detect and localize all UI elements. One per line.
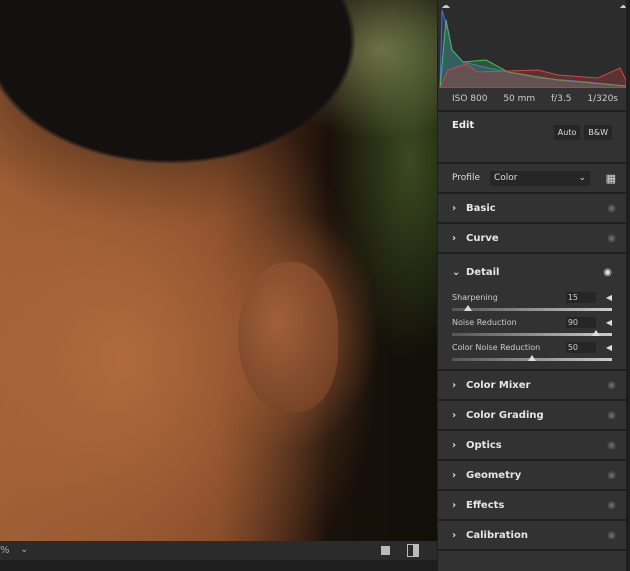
section-detail-header[interactable]: ⌄ Detail ◉ bbox=[452, 258, 612, 286]
eye-icon[interactable]: ◉ bbox=[607, 470, 616, 481]
slider-label: Sharpening bbox=[452, 293, 498, 302]
focal-length: 50 mm bbox=[503, 94, 536, 104]
bw-button[interactable]: B&W bbox=[584, 125, 612, 140]
eye-icon[interactable]: ◉ bbox=[607, 203, 616, 214]
profile-select[interactable]: Color ⌄ bbox=[489, 170, 590, 186]
slider-track[interactable] bbox=[452, 305, 612, 311]
section-effects[interactable]: › Effects ◉ bbox=[438, 491, 626, 519]
single-view-icon[interactable] bbox=[381, 546, 390, 555]
auto-button[interactable]: Auto bbox=[553, 125, 581, 140]
aperture: f/3.5 bbox=[551, 94, 572, 104]
profile-value: Color bbox=[493, 172, 518, 183]
chevron-right-icon: › bbox=[452, 202, 457, 214]
histogram bbox=[438, 0, 627, 89]
highlight-clipping-icon bbox=[620, 5, 626, 8]
eye-icon[interactable]: ◉ bbox=[607, 530, 616, 541]
chevron-right-icon: › bbox=[452, 529, 457, 541]
eye-icon[interactable]: ◉ bbox=[607, 233, 616, 244]
noise-reduction-slider: Noise Reduction 90 ◀ bbox=[452, 317, 612, 336]
histogram-chart bbox=[439, 5, 627, 89]
slider-label: Noise Reduction bbox=[452, 318, 517, 327]
chevron-right-icon: › bbox=[452, 469, 457, 481]
zoom-level[interactable]: % bbox=[0, 545, 10, 556]
reset-arrow-icon[interactable]: ◀ bbox=[606, 293, 612, 302]
slider-label: Color Noise Reduction bbox=[452, 343, 541, 352]
section-color-grading[interactable]: › Color Grading ◉ bbox=[438, 401, 626, 429]
iso: ISO 800 bbox=[452, 94, 488, 104]
chevron-right-icon: › bbox=[452, 409, 457, 421]
profile-browser-icon[interactable]: ▦ bbox=[606, 172, 616, 185]
profile-label: Profile bbox=[452, 173, 480, 183]
zoom-chevron-icon[interactable]: ⌄ bbox=[20, 544, 28, 555]
slider-track[interactable] bbox=[452, 355, 612, 361]
before-after-icon[interactable] bbox=[407, 544, 419, 557]
reset-arrow-icon[interactable]: ◀ bbox=[606, 318, 612, 327]
eye-icon[interactable]: ◉ bbox=[607, 380, 616, 391]
chevron-down-icon: ⌄ bbox=[452, 266, 461, 278]
photo-hair-region bbox=[0, 0, 437, 260]
eye-icon[interactable]: ◉ bbox=[607, 410, 616, 421]
photo-ear-region bbox=[238, 262, 338, 412]
reset-arrow-icon[interactable]: ◀ bbox=[606, 343, 612, 352]
section-basic[interactable]: › Basic ◉ bbox=[438, 194, 626, 222]
section-calibration[interactable]: › Calibration ◉ bbox=[438, 521, 626, 549]
histogram-red bbox=[439, 63, 627, 89]
section-curve[interactable]: › Curve ◉ bbox=[438, 224, 626, 252]
camera-info: ISO 800 50 mm f/3.5 1/320s bbox=[438, 88, 626, 110]
chevron-right-icon: › bbox=[452, 379, 457, 391]
slider-thumb[interactable] bbox=[528, 355, 536, 361]
photo-canvas[interactable] bbox=[0, 0, 437, 541]
chevron-right-icon: › bbox=[452, 499, 457, 511]
sharpening-slider: Sharpening 15 ◀ bbox=[452, 292, 612, 311]
slider-value-input[interactable]: 90 bbox=[565, 317, 596, 328]
edit-panel: ISO 800 50 mm f/3.5 1/320s Edit Auto B&W … bbox=[438, 0, 630, 571]
chevron-right-icon: › bbox=[452, 439, 457, 451]
eye-icon[interactable]: ◉ bbox=[607, 500, 616, 511]
shadow-clipping-icon bbox=[442, 5, 450, 8]
slider-value-input[interactable]: 15 bbox=[565, 292, 596, 303]
section-color-mixer[interactable]: › Color Mixer ◉ bbox=[438, 371, 626, 399]
color-noise-reduction-slider: Color Noise Reduction 50 ◀ bbox=[452, 342, 612, 361]
slider-value-input[interactable]: 50 bbox=[565, 342, 596, 353]
panel-footer bbox=[438, 551, 626, 571]
section-detail: ⌄ Detail ◉ Sharpening 15 ◀ Noise Reduction 90… bbox=[438, 254, 626, 369]
edit-header: Edit Auto B&W bbox=[438, 112, 626, 162]
eye-icon[interactable]: ◉ bbox=[607, 440, 616, 451]
shutter-speed: 1/320s bbox=[587, 94, 618, 104]
chevron-right-icon: › bbox=[452, 232, 457, 244]
section-geometry[interactable]: › Geometry ◉ bbox=[438, 461, 626, 489]
slider-thumb[interactable] bbox=[592, 330, 600, 336]
profile-row: Profile Color ⌄ ▦ bbox=[438, 164, 626, 192]
slider-track[interactable] bbox=[452, 330, 612, 336]
section-optics[interactable]: › Optics ◉ bbox=[438, 431, 626, 459]
bottom-toolbar: % ⌄ bbox=[0, 541, 437, 560]
slider-thumb[interactable] bbox=[464, 305, 472, 311]
eye-icon[interactable]: ◉ bbox=[603, 267, 612, 278]
chevron-down-icon: ⌄ bbox=[578, 172, 586, 183]
edit-title: Edit bbox=[452, 120, 475, 131]
